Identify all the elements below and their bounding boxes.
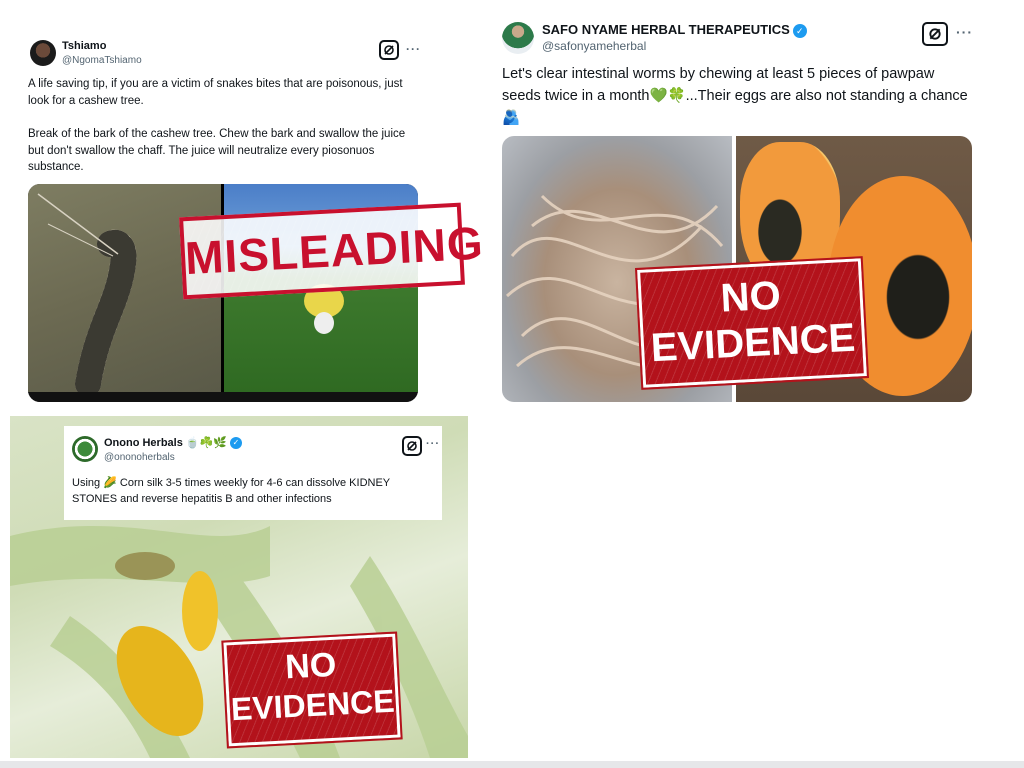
bottom-strip: [0, 761, 1024, 768]
stamp-line-2: EVIDENCE: [230, 682, 396, 728]
grok-icon: [929, 28, 941, 40]
avatar[interactable]: [502, 22, 534, 54]
stamp-line-1: NO: [284, 645, 338, 687]
stamp-line-2: EVIDENCE: [649, 315, 857, 371]
no-evidence-stamp: NO EVIDENCE: [635, 256, 869, 390]
display-name-text: SAFO NYAME HERBAL THERAPEUTICS: [542, 22, 790, 37]
avatar[interactable]: [72, 436, 98, 462]
handle[interactable]: @ononoherbals: [104, 452, 175, 463]
stamp-line-1: NO: [719, 273, 782, 321]
grok-button[interactable]: [922, 22, 948, 46]
display-name[interactable]: Tshiamo: [62, 40, 106, 52]
post-text: Let's clear intestinal worms by chewing …: [502, 66, 968, 126]
post-text: Using 🌽 Corn silk 3-5 times weekly for 4…: [72, 477, 390, 505]
tweet-card: Onono Herbals 🍵☘️🌿 ✓ @ononoherbals ··· Us…: [64, 426, 442, 520]
display-name-text: Onono Herbals 🍵☘️🌿: [104, 437, 227, 449]
verified-badge-icon: ✓: [230, 437, 242, 450]
more-icon[interactable]: ···: [406, 42, 421, 56]
post-onono-herbals: Onono Herbals 🍵☘️🌿 ✓ @ononoherbals ··· Us…: [10, 416, 468, 758]
misleading-stamp: MISLEADING: [179, 202, 485, 300]
grok-button[interactable]: [402, 436, 422, 456]
post-safo-nyame: SAFO NYAME HERBAL THERAPEUTICS ✓ @safonya…: [490, 12, 984, 408]
avatar[interactable]: [30, 40, 56, 66]
grok-icon: [384, 45, 394, 55]
no-evidence-stamp: NO EVIDENCE: [221, 631, 403, 749]
display-name[interactable]: SAFO NYAME HERBAL THERAPEUTICS ✓: [542, 22, 807, 38]
more-icon[interactable]: ···: [426, 438, 440, 450]
post-text-2: Break of the bark of the cashew tree. Ch…: [28, 128, 406, 174]
grok-button[interactable]: [379, 40, 399, 60]
grok-icon: [407, 441, 417, 451]
handle[interactable]: @safonyameherbal: [542, 39, 646, 53]
verified-badge-icon: ✓: [792, 23, 807, 38]
display-name[interactable]: Onono Herbals 🍵☘️🌿 ✓: [104, 436, 242, 450]
handle[interactable]: @NgomaTshiamo: [62, 55, 142, 66]
more-icon[interactable]: ···: [956, 24, 973, 40]
post-tshiamo: Tshiamo @NgomaTshiamo ··· A life saving …: [18, 30, 485, 406]
post-text: A life saving tip, if you are a victim o…: [28, 78, 403, 107]
